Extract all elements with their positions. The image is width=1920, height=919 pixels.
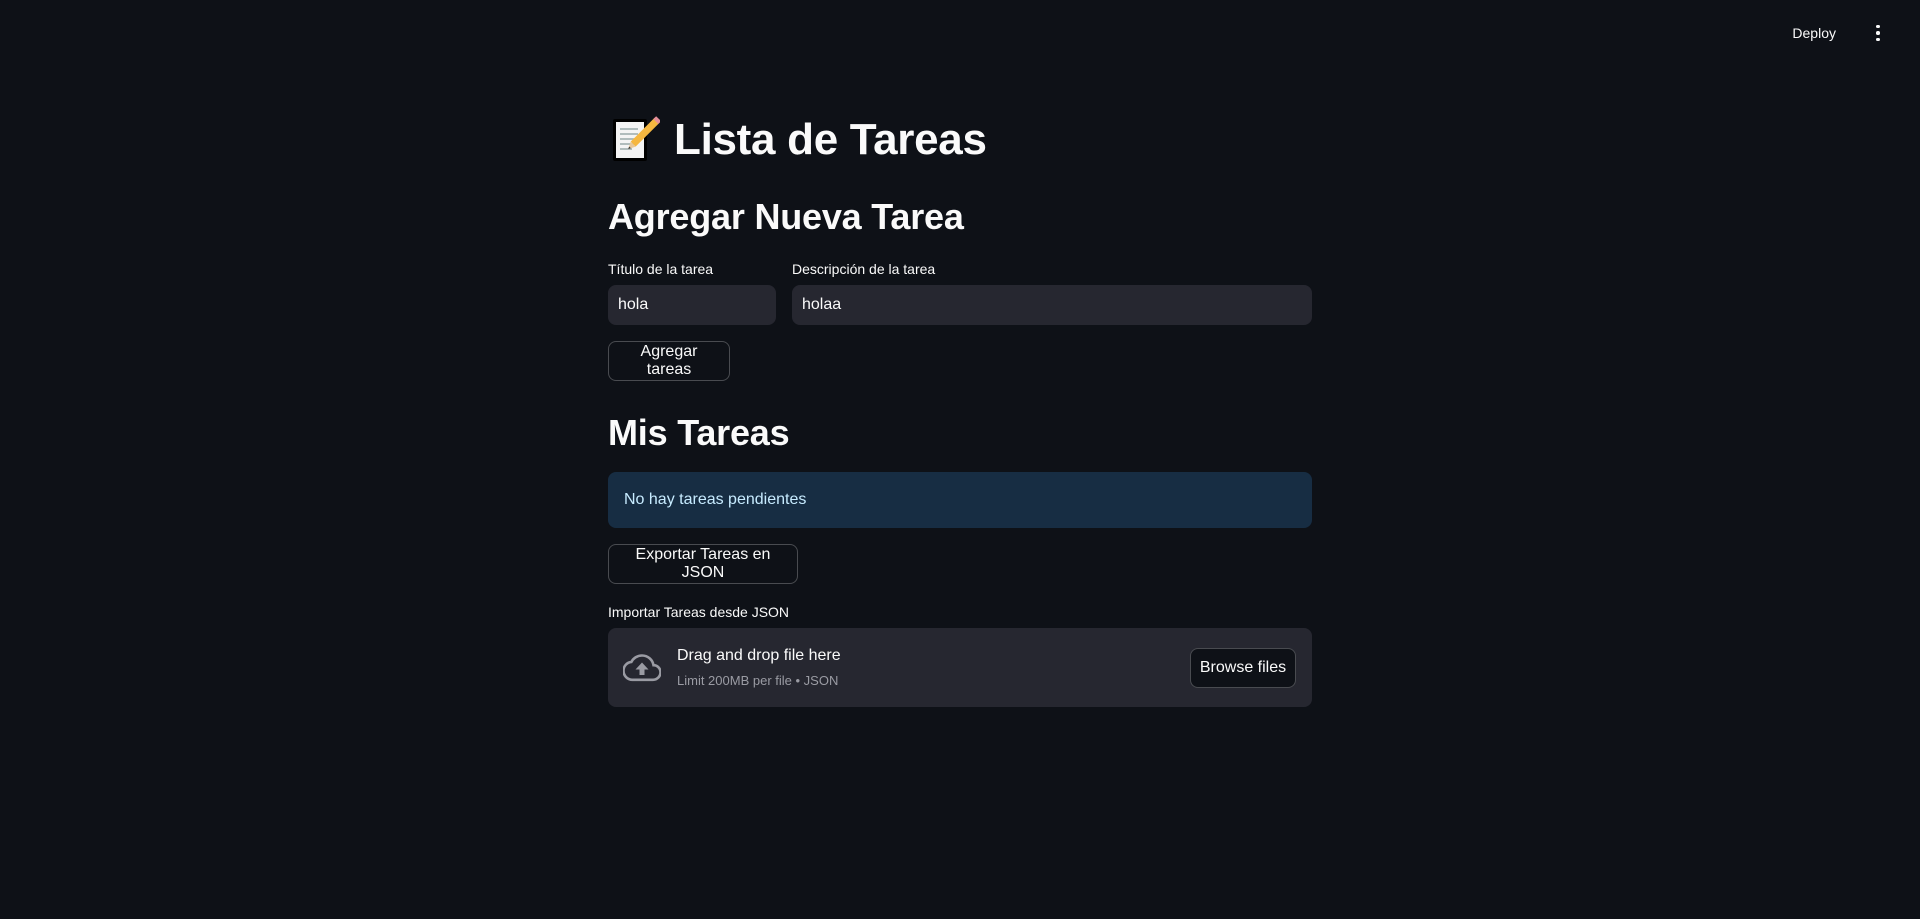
empty-tasks-message: No hay tareas pendientes — [624, 491, 807, 508]
add-task-heading: Agregar Nueva Tarea — [608, 196, 964, 237]
task-description-input[interactable] — [792, 285, 1312, 325]
export-json-button[interactable]: Exportar Tareas en JSON — [608, 544, 798, 584]
deploy-button[interactable]: Deploy — [1786, 21, 1842, 45]
page-title: Lista de Tareas — [674, 115, 987, 164]
browse-files-button[interactable]: Browse files — [1190, 648, 1296, 688]
dropzone-title: Drag and drop file here — [677, 647, 841, 664]
file-dropzone[interactable]: Drag and drop file here Limit 200MB per … — [608, 628, 1312, 707]
page-title-row: Lista de Tareas — [608, 112, 987, 168]
empty-tasks-alert: No hay tareas pendientes — [608, 472, 1312, 528]
memo-icon — [613, 116, 660, 161]
my-tasks-heading: Mis Tareas — [608, 412, 790, 453]
task-title-label: Título de la tarea — [608, 261, 714, 277]
vertical-ellipsis-icon[interactable] — [1866, 20, 1890, 46]
task-title-input[interactable] — [608, 285, 776, 325]
cloud-upload-icon — [623, 654, 661, 682]
import-json-label: Importar Tareas desde JSON — [608, 604, 790, 620]
task-description-label: Descripción de la tarea — [792, 261, 936, 277]
top-header: Deploy — [0, 0, 1920, 66]
dropzone-limit-text: Limit 200MB per file • JSON — [677, 673, 839, 688]
add-task-button[interactable]: Agregar tareas — [608, 341, 730, 381]
